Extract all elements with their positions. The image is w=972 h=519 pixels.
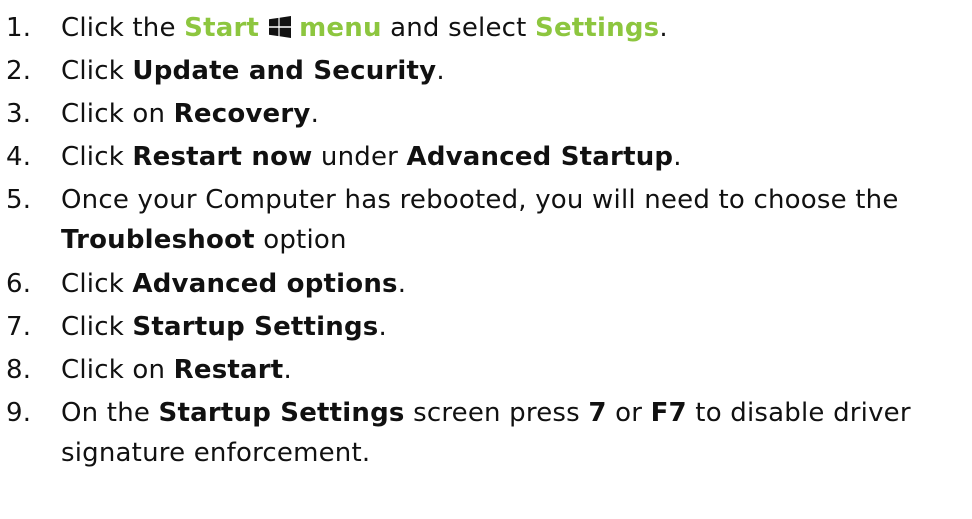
step-text: . [378,312,387,342]
step-emphasis: Startup Settings [158,398,405,428]
step-text: to disable driver [686,398,911,428]
step-text: . [659,13,668,43]
windows-logo-icon [269,16,292,38]
step-text: Click [61,269,133,299]
step-number: 6. [6,269,32,299]
instructions-page: 1. Click the Start menu and select Settin… [0,0,972,519]
step-emphasis: 7 [588,398,607,428]
step-continuation: Troubleshoot option [61,220,911,260]
step-2: 2. Click Update and Security. [0,51,911,91]
step-number: 8. [6,355,32,385]
step-text: . [673,142,682,172]
step-text: Click [61,142,133,172]
step-emphasis: Update and Security [132,56,437,86]
step-1: 1. Click the Start menu and select Settin… [0,8,911,48]
step-emphasis: Advanced options [132,269,398,299]
step-number: 3. [6,99,32,129]
settings-label: Settings [535,13,660,43]
step-emphasis: Restart now [132,142,313,172]
step-8: 8. Click on Restart. [0,350,911,390]
step-text: under [312,142,407,172]
step-number: 1. [6,13,32,43]
steps-list: 1. Click the Start menu and select Settin… [0,0,911,474]
step-number: 5. [6,185,32,215]
step-emphasis: Startup Settings [132,312,379,342]
step-number: 9. [6,398,32,428]
step-text: . [436,56,445,86]
step-3: 3. Click on Recovery. [0,94,911,134]
step-text: and select [381,13,536,43]
step-text: . [397,269,407,299]
step-4: 4. Click Restart now under Advanced Start… [0,137,911,177]
step-text: Once your Computer has rebooted, you wil… [61,185,899,215]
step-emphasis: Troubleshoot [61,225,255,255]
step-text: screen press [404,398,589,428]
step-emphasis: Recovery [173,99,311,129]
step-text: Click [61,56,133,86]
step-7: 7. Click Startup Settings. [0,307,911,347]
step-number: 2. [6,56,32,86]
step-emphasis: F7 [650,398,687,428]
menu-label: menu [299,13,382,43]
step-6: 6. Click Advanced options. [0,264,911,304]
start-label: Start [184,13,260,43]
step-text: Click the [61,13,185,43]
step-text: Click [61,312,133,342]
step-5: 5. Once your Computer has rebooted, you w… [0,180,911,261]
step-text: On the [61,398,159,428]
step-text: option [254,225,347,255]
step-number: 4. [6,142,32,172]
step-9: 9. On the Startup Settings screen press 7… [0,393,911,474]
step-text: Click on [61,99,174,129]
step-text: . [283,355,292,385]
step-text: Click on [61,355,174,385]
step-text: . [310,99,320,129]
step-text: or [606,398,651,428]
step-continuation: signature enforcement. [61,438,371,468]
step-emphasis: Advanced Startup [406,142,674,172]
step-emphasis: Restart [173,355,284,385]
step-number: 7. [6,312,32,342]
